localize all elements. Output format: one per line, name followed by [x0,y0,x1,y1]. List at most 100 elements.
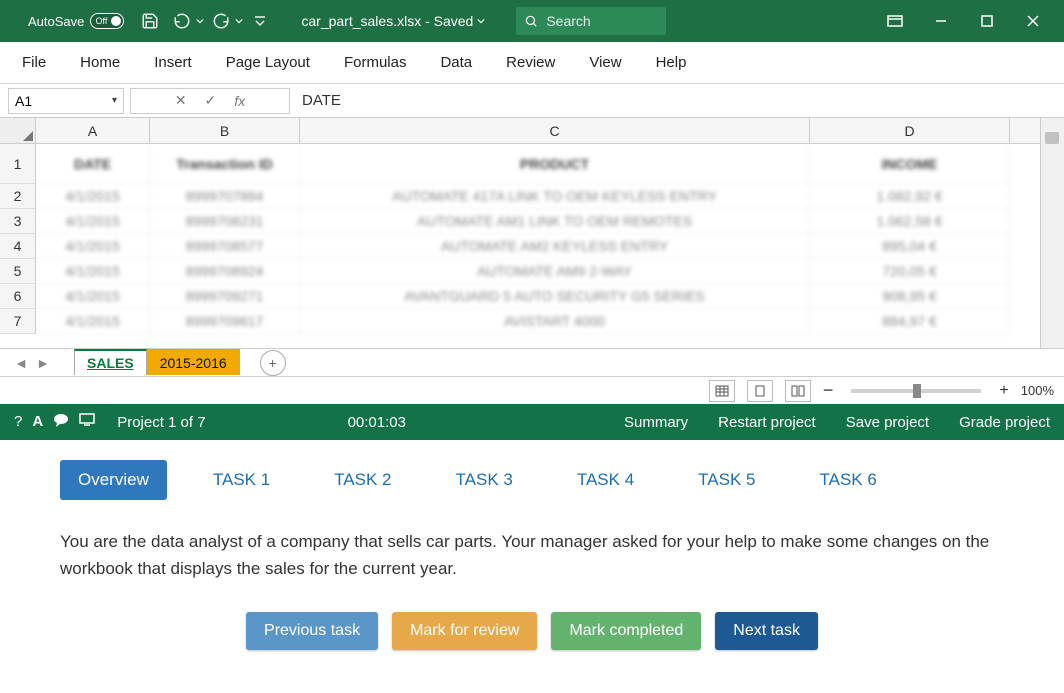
page-layout-view-icon[interactable] [747,380,773,402]
row-number[interactable]: 7 [0,309,36,334]
cell[interactable]: 8999707884 [150,184,300,209]
cell[interactable]: 8999708577 [150,234,300,259]
previous-task-button[interactable]: Previous task [246,612,378,650]
task-tab-3[interactable]: TASK 3 [438,460,531,500]
ribbon-tab-data[interactable]: Data [428,46,484,79]
chat-icon[interactable] [53,413,69,431]
sheet-nav-next-icon[interactable]: ► [32,352,54,374]
undo-icon[interactable] [167,6,197,36]
cell[interactable]: AUTOMATE 417A LINK TO OEM KEYLESS ENTRY [300,184,810,209]
cell[interactable]: 884,97 € [810,309,1010,334]
next-task-button[interactable]: Next task [715,612,818,650]
column-header-c[interactable]: C [300,118,810,143]
qat-overflow-icon[interactable] [245,6,275,36]
autosave-toggle[interactable]: AutoSave Off [28,13,124,29]
close-icon[interactable] [1010,0,1056,42]
cell[interactable]: 4/1/2015 [36,284,150,309]
sheet-tab-2015-2016[interactable]: 2015-2016 [147,349,240,375]
sheet-tab-sales[interactable]: SALES [74,349,147,375]
task-tab-overview[interactable]: Overview [60,460,167,500]
save-project-link[interactable]: Save project [846,414,929,431]
cell[interactable]: 895,04 € [810,234,1010,259]
cell[interactable]: AUTOMATE AM9 2-WAY [300,259,810,284]
redo-dropdown-icon[interactable] [235,17,243,25]
mark-completed-button[interactable]: Mark completed [551,612,701,650]
ribbon-tab-file[interactable]: File [10,46,58,79]
ribbon-tab-pagelayout[interactable]: Page Layout [214,46,322,79]
cell[interactable]: 4/1/2015 [36,184,150,209]
cell[interactable]: 8999708924 [150,259,300,284]
normal-view-icon[interactable] [709,380,735,402]
page-break-view-icon[interactable] [785,380,811,402]
cell[interactable]: 4/1/2015 [36,234,150,259]
restart-project-link[interactable]: Restart project [718,414,816,431]
cell[interactable]: AUTOMATE AM1 LINK TO OEM REMOTES [300,209,810,234]
cell[interactable]: 8999709271 [150,284,300,309]
column-header-a[interactable]: A [36,118,150,143]
zoom-out-button[interactable]: − [823,380,834,401]
ribbon-tab-formulas[interactable]: Formulas [332,46,419,79]
scroll-thumb[interactable] [1045,132,1059,144]
font-icon[interactable]: A [32,413,43,431]
confirm-formula-icon[interactable]: ✓ [205,92,217,109]
ribbon-tab-help[interactable]: Help [644,46,699,79]
cell[interactable]: AVISTART 4000 [300,309,810,334]
cell[interactable]: Transaction ID [150,144,300,184]
ribbon-tab-home[interactable]: Home [68,46,132,79]
column-header-d[interactable]: D [810,118,1010,143]
minimize-icon[interactable] [918,0,964,42]
cell[interactable]: 908,95 € [810,284,1010,309]
cell[interactable]: 4/1/2015 [36,259,150,284]
fx-icon[interactable]: fx [234,93,245,109]
zoom-level[interactable]: 100% [1021,383,1054,398]
zoom-in-button[interactable]: + [999,382,1008,400]
cell[interactable]: 1.082,92 € [810,184,1010,209]
new-sheet-icon[interactable]: + [260,350,286,376]
redo-icon[interactable] [206,6,236,36]
cell[interactable]: PRODUCT [300,144,810,184]
row-number[interactable]: 6 [0,284,36,309]
save-icon[interactable] [135,6,165,36]
autosave-switch[interactable]: Off [90,13,124,29]
task-tab-4[interactable]: TASK 4 [559,460,652,500]
row-number[interactable]: 5 [0,259,36,284]
summary-link[interactable]: Summary [624,414,688,431]
column-header-b[interactable]: B [150,118,300,143]
cancel-formula-icon[interactable]: ✕ [175,92,187,109]
row-number[interactable]: 3 [0,209,36,234]
cell[interactable]: AUTOMATE AM2 KEYLESS ENTRY [300,234,810,259]
row-number[interactable]: 2 [0,184,36,209]
cell[interactable]: 8999708231 [150,209,300,234]
ribbon-tab-view[interactable]: View [577,46,633,79]
row-number[interactable]: 1 [0,144,36,184]
cell[interactable]: 4/1/2015 [36,309,150,334]
mark-for-review-button[interactable]: Mark for review [392,612,537,650]
row-number[interactable]: 4 [0,234,36,259]
name-box[interactable]: A1 ▾ [8,88,124,114]
cell[interactable]: INCOME [810,144,1010,184]
cell[interactable]: 720,05 € [810,259,1010,284]
maximize-icon[interactable] [964,0,1010,42]
formula-input[interactable]: DATE [290,92,1064,109]
ribbon-tab-insert[interactable]: Insert [142,46,204,79]
task-tab-2[interactable]: TASK 2 [316,460,409,500]
zoom-slider[interactable] [851,389,981,393]
cell[interactable]: 8999709617 [150,309,300,334]
cell[interactable]: 4/1/2015 [36,209,150,234]
ribbon-tab-review[interactable]: Review [494,46,567,79]
cell[interactable]: AVANTGUARD 5 AUTO SECURITY G5 SERIES [300,284,810,309]
grade-project-link[interactable]: Grade project [959,414,1050,431]
task-tab-5[interactable]: TASK 5 [680,460,773,500]
screen-icon[interactable] [79,413,95,431]
vertical-scrollbar[interactable] [1040,118,1064,348]
help-icon[interactable]: ? [14,413,22,431]
task-tab-6[interactable]: TASK 6 [802,460,895,500]
chevron-down-icon[interactable]: ▾ [112,95,117,106]
cell[interactable]: 1.062,58 € [810,209,1010,234]
select-all-corner[interactable] [0,118,36,143]
search-box[interactable]: Search [516,7,666,35]
ribbon-display-icon[interactable] [872,0,918,42]
filename-dropdown-icon[interactable] [477,17,485,25]
task-tab-1[interactable]: TASK 1 [195,460,288,500]
undo-dropdown-icon[interactable] [196,17,204,25]
